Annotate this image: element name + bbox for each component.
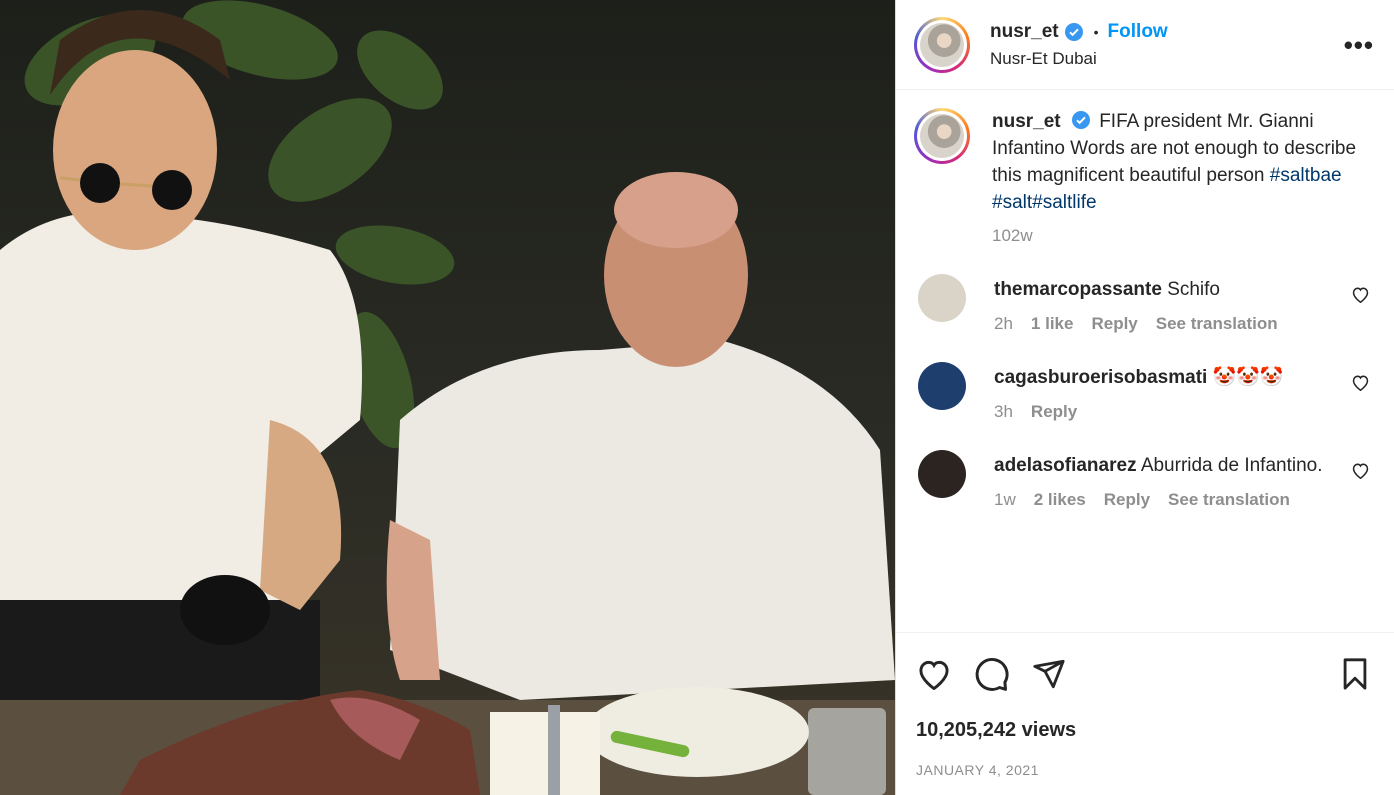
post-caption: nusr_et FIFA president Mr. Gianni Infant… xyxy=(914,90,1374,246)
comment-username[interactable]: themarcopassante xyxy=(994,279,1162,300)
comment-like-heart-icon[interactable] xyxy=(1351,374,1370,396)
comment-text: 🤡🤡🤡 xyxy=(1212,367,1284,388)
comment-like-heart-icon[interactable] xyxy=(1351,462,1370,484)
comment-like-heart-icon[interactable] xyxy=(1351,286,1370,308)
comment-time[interactable]: 2h xyxy=(994,314,1013,334)
follow-button[interactable]: Follow xyxy=(1108,21,1168,43)
comment-likes[interactable]: 2 likes xyxy=(1034,490,1086,510)
separator-dot: • xyxy=(1093,23,1099,40)
reply-button[interactable]: Reply xyxy=(1091,314,1137,334)
caption-time[interactable]: 102w xyxy=(992,226,1033,246)
see-translation-button[interactable]: See translation xyxy=(1156,314,1278,334)
comments-list[interactable]: nusr_et FIFA president Mr. Gianni Infant… xyxy=(896,90,1394,632)
share-icon[interactable] xyxy=(1032,657,1066,691)
commenter-avatar[interactable] xyxy=(918,362,966,410)
view-count[interactable]: 10,205,242 views xyxy=(916,719,1374,742)
hashtag-link[interactable]: #salt#saltlife xyxy=(992,192,1097,213)
verified-badge-icon xyxy=(1064,22,1083,41)
comment-likes[interactable]: 1 like xyxy=(1031,314,1074,334)
post-date[interactable]: JANUARY 4, 2021 xyxy=(916,762,1374,778)
reply-button[interactable]: Reply xyxy=(1104,490,1150,510)
commenter-avatar[interactable] xyxy=(918,274,966,322)
bookmark-icon[interactable] xyxy=(1340,657,1370,691)
more-options-icon[interactable]: ••• xyxy=(1344,32,1374,58)
post-side-panel: nusr_et • Follow Nusr-Et Dubai ••• nusr_… xyxy=(895,0,1394,795)
commenter-avatar[interactable] xyxy=(918,450,966,498)
comment-username[interactable]: adelasofianarez xyxy=(994,455,1137,476)
comment-icon[interactable] xyxy=(974,656,1010,692)
post-location[interactable]: Nusr-Et Dubai xyxy=(990,49,1344,69)
comment-item: cagasburoerisobasmati 🤡🤡🤡 3h Reply xyxy=(914,362,1374,422)
comment-time[interactable]: 1w xyxy=(994,490,1016,510)
comment-username[interactable]: cagasburoerisobasmati xyxy=(994,367,1207,388)
comment-text: Aburrida de Infantino. xyxy=(1140,455,1323,476)
comment-time[interactable]: 3h xyxy=(994,402,1013,422)
post-actions: 10,205,242 views JANUARY 4, 2021 xyxy=(896,632,1394,778)
comment-item: adelasofianarez Aburrida de Infantino. 1… xyxy=(914,450,1374,510)
comment-text: Schifo xyxy=(1167,279,1220,300)
post-header: nusr_et • Follow Nusr-Et Dubai ••• xyxy=(896,0,1394,90)
hashtag-link[interactable]: #saltbae xyxy=(1270,165,1342,186)
see-translation-button[interactable]: See translation xyxy=(1168,490,1290,510)
post-media[interactable] xyxy=(0,0,895,795)
comment-item: themarcopassante Schifo 2h 1 like Reply … xyxy=(914,274,1374,334)
heart-icon[interactable] xyxy=(916,658,952,690)
caption-username[interactable]: nusr_et xyxy=(992,111,1061,132)
author-avatar[interactable] xyxy=(914,16,970,73)
verified-badge-icon xyxy=(1071,111,1090,129)
video-frame xyxy=(0,0,895,795)
author-username[interactable]: nusr_et xyxy=(990,21,1059,43)
reply-button[interactable]: Reply xyxy=(1031,402,1077,422)
caption-avatar[interactable] xyxy=(914,108,970,164)
